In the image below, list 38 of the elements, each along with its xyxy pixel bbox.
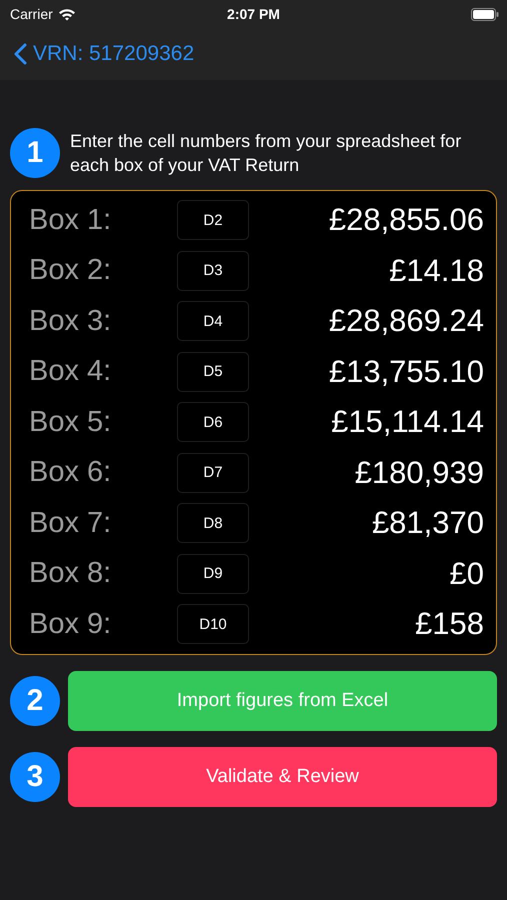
cell-field[interactable]: D2 [177,200,249,240]
box-label: Box 9: [29,608,112,641]
box-amount: £28,855.06 [328,202,484,238]
box-label: Box 3: [29,304,112,338]
battery-icon [471,8,499,20]
box-amount: £28,869.24 [328,303,484,340]
cell-field[interactable]: D10 [177,604,249,644]
box-amount: £13,755.10 [328,354,484,390]
cell-field[interactable]: D9 [177,554,249,594]
instruction-text: Enter the cell numbers from your spreadsheet for each box of your VAT Return [70,130,462,177]
step-number: 1 [10,128,60,178]
box-label: Box 1: [29,204,112,237]
chevron-left-icon [14,43,27,65]
carrier-label: Carrier [10,6,53,22]
box-amount: £81,370 [370,505,484,542]
box-amount: £180,939 [354,454,484,491]
box-label: Box 4: [29,355,112,388]
action-button[interactable]: Validate & Review [68,746,497,806]
box-amount: £158 [414,606,484,642]
cell-field[interactable]: D3 [177,250,249,291]
back-button[interactable]: VRN: 517209362 [14,42,194,66]
cell-field[interactable]: D7 [177,452,249,493]
box-amount: £14.18 [388,252,484,289]
clock-time: 2:07 PM [227,6,280,22]
cell-field[interactable]: D4 [177,301,249,342]
box-label: Box 5: [29,406,112,439]
step-number: 2 [10,676,60,726]
box-amount: £15,114.14 [330,404,484,440]
wifi-icon [58,8,76,20]
box-label: Box 7: [29,506,112,540]
cell-field[interactable]: D6 [177,402,249,442]
cell-field[interactable]: D5 [177,352,249,392]
cell-field[interactable]: D8 [177,503,249,544]
box-amount: £0 [448,556,484,592]
box-label: Box 2: [29,254,112,288]
box-label: Box 8: [29,557,112,590]
step-number: 3 [10,752,60,802]
box-label: Box 6: [29,456,112,490]
